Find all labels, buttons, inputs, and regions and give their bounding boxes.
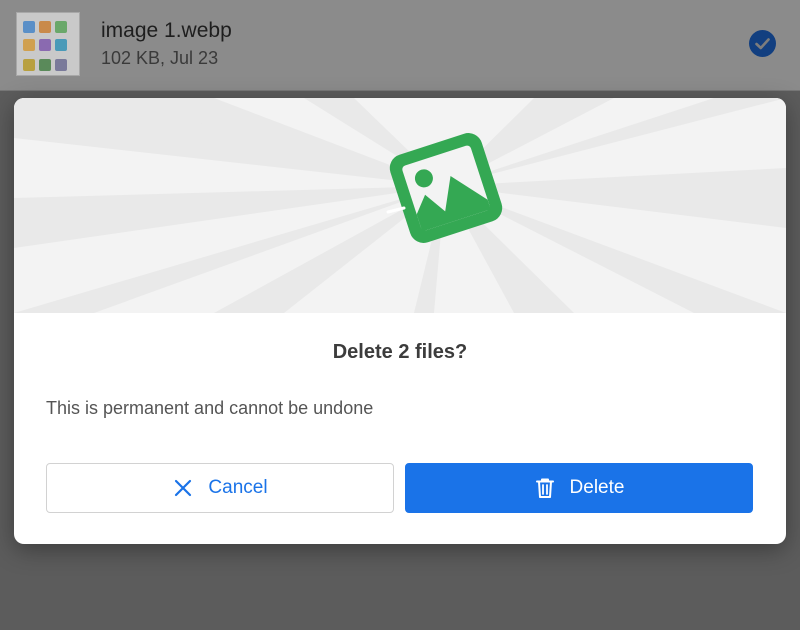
thumbnail-detail: [55, 59, 67, 71]
thumbnail-detail: [39, 21, 51, 33]
dialog-title: Delete 2 files?: [332, 341, 468, 363]
file-name: image 1.webp: [101, 19, 232, 42]
close-icon: [172, 477, 194, 499]
file-thumbnail: [16, 12, 80, 76]
thumbnail-detail: [23, 21, 35, 33]
delete-button[interactable]: Delete: [405, 463, 753, 513]
thumbnail-detail: [39, 59, 51, 71]
thumbnail-detail: [55, 21, 67, 33]
file-list-item: image 1.webp 102 KB, Jul 23: [0, 0, 800, 91]
cancel-button[interactable]: Cancel: [46, 463, 394, 513]
cancel-button-label: Cancel: [208, 477, 268, 498]
image-icon: [386, 133, 503, 243]
thumbnail-detail: [55, 39, 67, 51]
delete-confirmation-dialog: Delete 2 files? This is permanent and ca…: [14, 98, 786, 544]
delete-button-label: Delete: [569, 477, 625, 498]
thumbnail-detail: [23, 59, 35, 71]
file-meta: 102 KB, Jul 23: [101, 48, 219, 68]
trash-icon: [534, 477, 556, 499]
thumbnail-detail: [23, 39, 35, 51]
check-circle-icon: [749, 30, 776, 57]
dialog-message: This is permanent and cannot be undone: [46, 398, 374, 418]
dialog-illustration: [14, 98, 786, 313]
thumbnail-detail: [39, 39, 51, 51]
